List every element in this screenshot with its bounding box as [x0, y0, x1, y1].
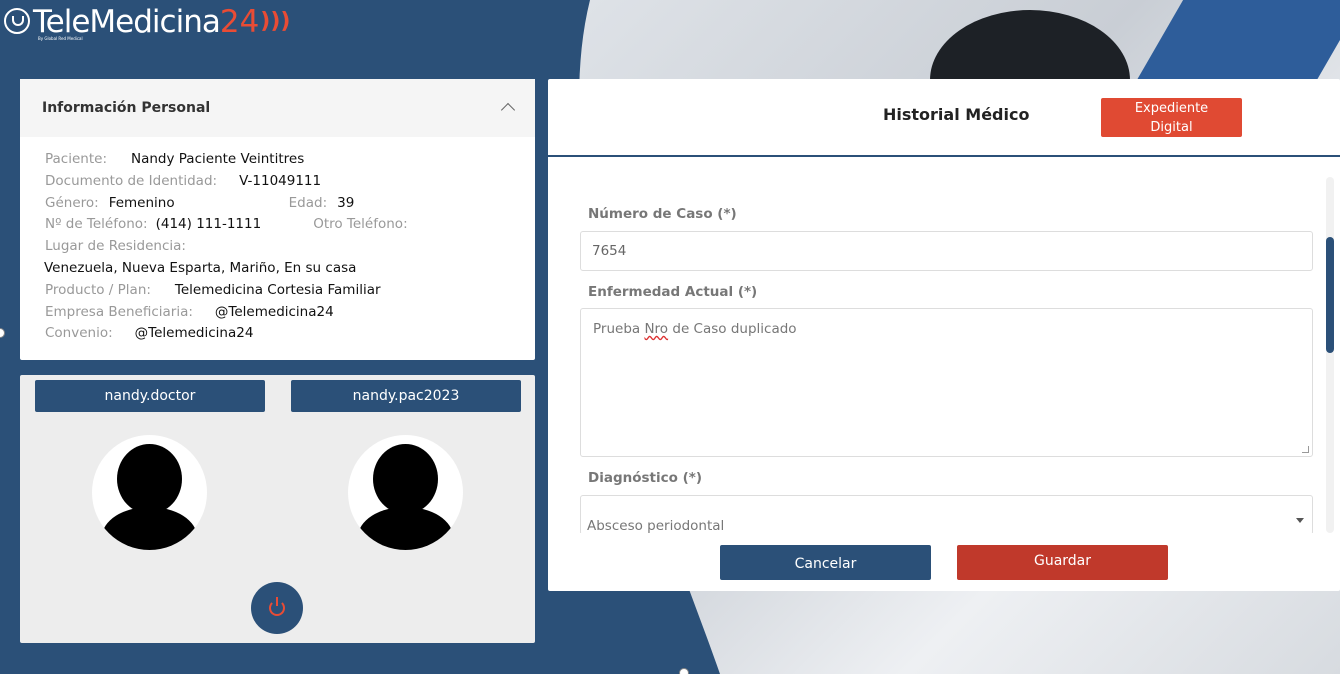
signal-waves-icon: ))): [260, 9, 291, 34]
resize-handle-dot: [0, 328, 5, 338]
resize-handle-icon[interactable]: [1302, 446, 1309, 453]
doctor-avatar-icon: [92, 435, 207, 550]
scrollbar-thumb[interactable]: [1326, 237, 1334, 353]
plan-row: Producto / Plan: Telemedicina Cortesia F…: [45, 280, 510, 302]
medical-history-panel: Historial Médico Expediente Digital Núme…: [548, 79, 1340, 591]
plan-label: Producto / Plan:: [45, 281, 151, 298]
patient-label: Paciente:: [45, 151, 107, 167]
personal-info-body: Paciente: Nandy Paciente Veintitres Docu…: [20, 137, 535, 357]
document-value: V-11049111: [239, 172, 322, 189]
company-row: Empresa Beneficiaria: @Telemedicina24: [45, 302, 510, 324]
illness-text-misspelled: Nro: [644, 321, 669, 337]
participants-card: nandy.doctor nandy.pac2023: [20, 375, 535, 643]
agreement-value: @Telemedicina24: [134, 325, 254, 342]
residence-value-row: Venezuela, Nueva Esparta, Mariño, En su …: [44, 258, 510, 280]
stethoscope-icon: [4, 8, 30, 34]
other-phone-label: Otro Teléfono:: [313, 216, 408, 233]
logo-subtitle: By Global Red Medical: [38, 36, 83, 41]
digital-record-label-1: Expediente: [1134, 101, 1209, 116]
logo-number: 24: [219, 4, 260, 40]
company-label: Empresa Beneficiaria:: [45, 303, 193, 320]
diagnosis-value: Absceso periodontal: [587, 518, 725, 533]
patient-avatar-icon: [348, 435, 463, 550]
save-button[interactable]: Guardar: [957, 545, 1168, 580]
medical-history-title: Historial Médico: [883, 105, 1030, 124]
personal-info-header[interactable]: Información Personal: [20, 79, 535, 137]
app-logo: TeleMedicina 24 ))) By Global Red Medica…: [4, 2, 290, 44]
patient-user-button[interactable]: nandy.pac2023: [291, 380, 521, 412]
history-form: Número de Caso (*) 7654 Enfermedad Actua…: [548, 177, 1328, 533]
gender-value: Femenino: [108, 194, 175, 211]
gender-label: Género:: [45, 194, 99, 211]
diagnosis-select[interactable]: Absceso periodontal: [580, 495, 1313, 533]
illness-text-pre: Prueba: [593, 321, 645, 337]
power-icon: [269, 597, 285, 616]
digital-record-button[interactable]: Expediente Digital: [1101, 98, 1242, 137]
case-number-label: Número de Caso (*): [588, 206, 737, 222]
residence-label: Lugar de Residencia:: [45, 238, 186, 255]
medical-history-header: Historial Médico Expediente Digital: [548, 79, 1340, 157]
cancel-button[interactable]: Cancelar: [720, 545, 931, 580]
plan-value: Telemedicina Cortesia Familiar: [174, 281, 381, 298]
agreement-row: Convenio: @Telemedicina24: [45, 323, 510, 345]
illness-text-post: de Caso duplicado: [668, 321, 797, 337]
document-row: Documento de Identidad: V-11049111: [45, 171, 510, 193]
caret-down-icon: [1296, 518, 1304, 523]
gender-age-row: Género: Femenino Edad: 39: [45, 193, 510, 215]
phone-label: Nº de Teléfono:: [45, 216, 148, 233]
age-label: Edad:: [288, 194, 328, 211]
patient-row: Paciente: Nandy Paciente Veintitres: [45, 149, 510, 171]
current-illness-textarea[interactable]: Prueba Nro de Caso duplicado: [580, 308, 1313, 457]
phone-value: (414) 111-1111: [155, 216, 262, 233]
personal-info-title: Información Personal: [42, 100, 211, 116]
form-scrollbar[interactable]: [1326, 177, 1334, 533]
company-value: @Telemedicina24: [214, 303, 334, 320]
patient-value: Nandy Paciente Veintitres: [131, 151, 305, 167]
agreement-label: Convenio:: [45, 325, 113, 342]
chevron-up-icon[interactable]: [500, 102, 516, 118]
residence-value: Venezuela, Nueva Esparta, Mariño, En su …: [44, 259, 357, 276]
digital-record-label-2: Digital: [1150, 120, 1193, 135]
resize-handle-dot: [679, 668, 689, 674]
end-call-button[interactable]: [251, 582, 303, 634]
current-illness-label: Enfermedad Actual (*): [588, 284, 758, 300]
residence-label-row: Lugar de Residencia:: [45, 236, 510, 258]
doctor-user-button[interactable]: nandy.doctor: [35, 380, 265, 412]
document-label: Documento de Identidad:: [45, 172, 218, 189]
phone-row: Nº de Teléfono: (414) 111-1111 Otro Telé…: [45, 214, 510, 236]
diagnosis-label: Diagnóstico (*): [588, 470, 702, 486]
case-number-input[interactable]: 7654: [580, 231, 1313, 271]
age-value: 39: [337, 194, 355, 211]
personal-info-card: Información Personal Paciente: Nandy Pac…: [20, 79, 535, 360]
